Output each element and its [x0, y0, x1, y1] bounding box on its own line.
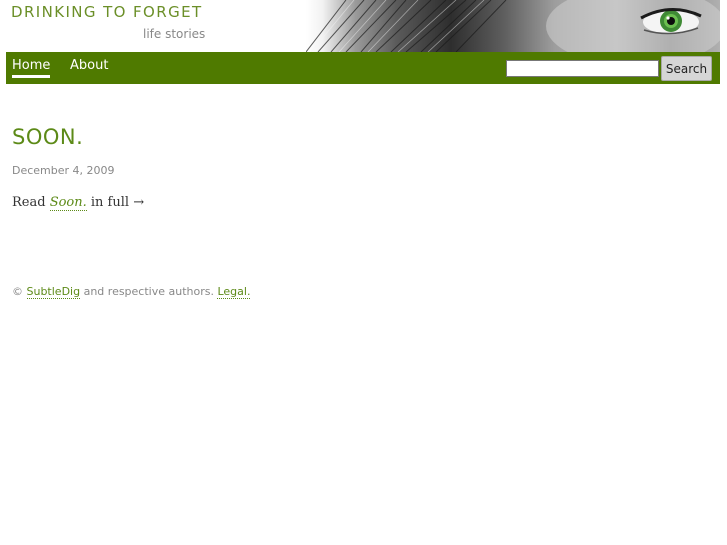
read-more-prefix: Read	[12, 195, 50, 210]
site-title-link[interactable]: DRINKING TO FORGET	[11, 3, 203, 21]
post-title-link[interactable]: SOON.	[12, 125, 83, 149]
search-input[interactable]	[506, 60, 659, 77]
copyright-symbol: ©	[12, 285, 27, 298]
read-more-link[interactable]: Soon.	[49, 195, 87, 211]
site-footer: © SubtleDig and respective authors. Lega…	[12, 285, 251, 299]
site-header: DRINKING TO FORGET life stories	[0, 0, 727, 52]
post-date: December 4, 2009	[12, 164, 115, 177]
main-nav-bar: Home About Search	[6, 52, 720, 84]
header-banner-image	[306, 0, 720, 52]
footer-middle-text: and respective authors.	[80, 285, 218, 298]
read-more-suffix: in full →	[86, 195, 145, 210]
read-more-line: Read Soon. in full →	[12, 195, 145, 211]
page: DRINKING TO FORGET life stories Home Abo…	[0, 0, 727, 545]
search-button[interactable]: Search	[661, 56, 712, 81]
footer-link-legal[interactable]: Legal.	[217, 285, 251, 299]
nav-item-about[interactable]: About	[70, 58, 108, 73]
eye-banner-graphic	[306, 0, 720, 52]
site-tagline: life stories	[143, 27, 206, 41]
nav-item-home[interactable]: Home	[12, 58, 51, 78]
footer-link-subtledig[interactable]: SubtleDig	[26, 285, 81, 299]
